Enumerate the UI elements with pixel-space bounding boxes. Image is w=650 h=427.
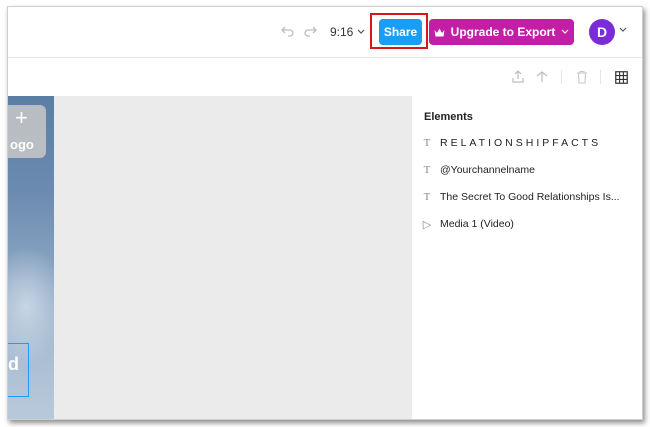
aspect-ratio-dropdown[interactable]: 9:16 — [330, 23, 365, 41]
elements-panel: Elements T RELATIONSHIPFACTS T @Yourchan… — [412, 96, 642, 419]
upgrade-label: Upgrade to Export — [450, 25, 556, 39]
upgrade-to-export-button[interactable]: Upgrade to Export — [429, 19, 574, 45]
plus-icon: + — [15, 105, 28, 130]
editor-canvas[interactable]: + ogo d — [8, 96, 412, 419]
undo-icon[interactable] — [278, 21, 298, 41]
chevron-down-icon — [561, 29, 569, 34]
user-avatar[interactable]: D — [589, 19, 615, 45]
video-type-icon: ▷ — [422, 218, 432, 231]
element-item-relationshipfacts[interactable]: T RELATIONSHIPFACTS — [422, 135, 632, 151]
chevron-down-icon[interactable] — [619, 27, 627, 33]
video-preview[interactable]: + ogo d — [8, 96, 54, 419]
send-backward-icon[interactable] — [534, 69, 550, 85]
add-logo-placeholder[interactable]: + ogo — [8, 105, 46, 158]
text-type-icon: T — [423, 191, 431, 203]
aspect-ratio-value: 9:16 — [330, 25, 354, 39]
element-label: RELATIONSHIPFACTS — [440, 137, 602, 149]
top-header: 9:16 Share Upgrade to Export D — [8, 7, 642, 58]
canvas-toolbar — [8, 58, 642, 96]
crown-icon — [434, 28, 445, 36]
element-item-secret-text[interactable]: T The Secret To Good Relationships Is... — [422, 189, 632, 205]
panel-title: Elements — [424, 111, 473, 123]
app-window: 9:16 Share Upgrade to Export D + ogo d E… — [7, 6, 643, 420]
element-label: Media 1 (Video) — [440, 218, 514, 230]
share-highlight-box — [370, 13, 428, 49]
text-type-icon: T — [423, 164, 431, 176]
text-type-icon: T — [423, 137, 431, 149]
toolbar-divider — [600, 70, 601, 84]
element-label: The Secret To Good Relationships Is... — [440, 191, 620, 203]
element-item-media-video[interactable]: ▷ Media 1 (Video) — [422, 216, 632, 232]
frame-text: d — [8, 354, 19, 374]
delete-icon[interactable] — [574, 69, 590, 85]
redo-icon[interactable] — [300, 21, 320, 41]
logo-label: ogo — [10, 137, 34, 152]
element-item-channelname[interactable]: T @Yourchannelname — [422, 162, 632, 178]
avatar-initial: D — [596, 24, 608, 40]
chevron-down-icon — [357, 29, 365, 34]
toolbar-divider — [561, 70, 562, 84]
grid-icon[interactable] — [613, 69, 629, 85]
bring-forward-icon[interactable] — [510, 69, 526, 85]
element-label: @Yourchannelname — [440, 164, 535, 176]
